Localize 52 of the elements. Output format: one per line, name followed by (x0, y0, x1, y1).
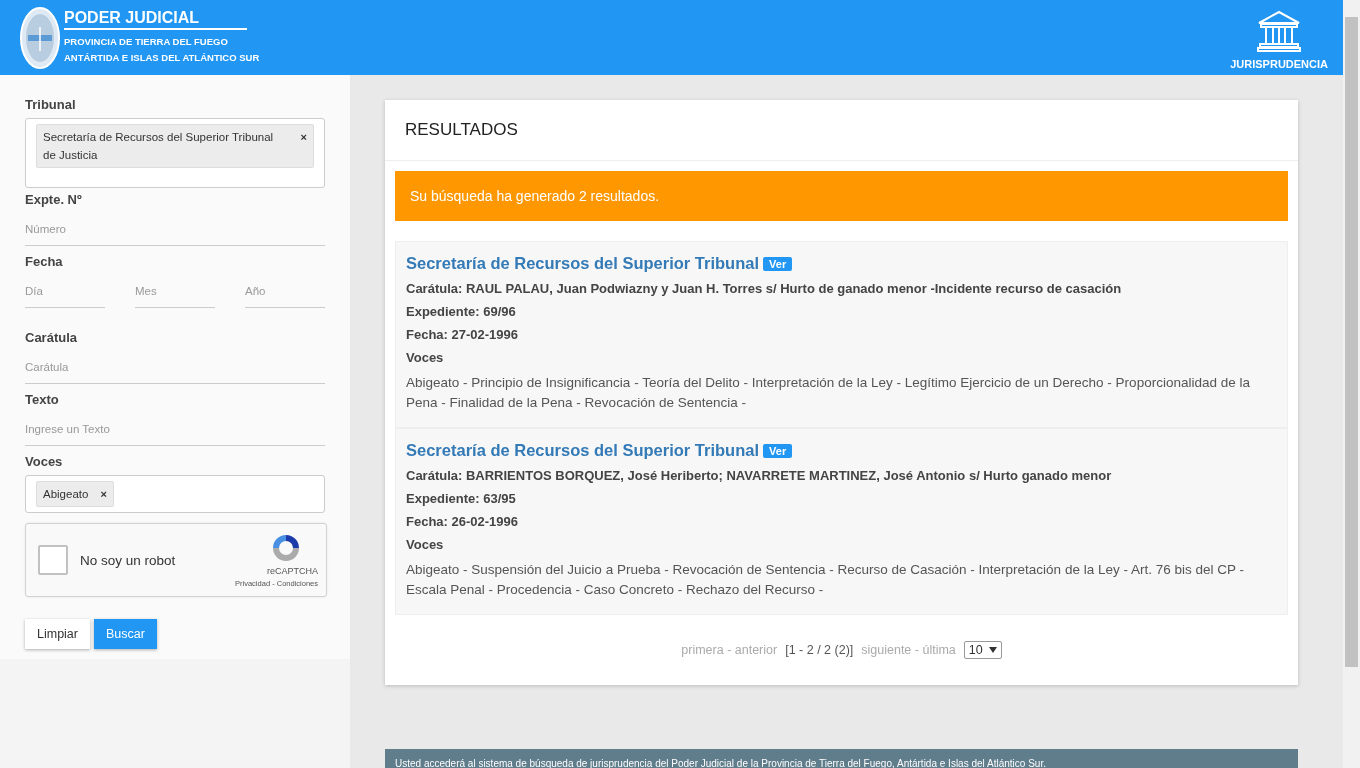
recaptcha-logo-icon (270, 532, 302, 564)
search-button[interactable]: Buscar (94, 619, 157, 649)
pagination-prev-links[interactable]: primera - anterior (681, 643, 778, 657)
date-field[interactable]: Día (25, 275, 105, 308)
results-title: RESULTADOS (385, 100, 1298, 161)
results-alert: Su búsqueda ha generado 2 resultados. (395, 171, 1288, 221)
field-label: Carátula (25, 330, 79, 345)
field-label: Texto (25, 392, 60, 407)
tribunal-select[interactable]: Secretaría de Recursos del Superior Tribunal de Justicia × (25, 118, 325, 188)
field-label: Fecha (25, 254, 64, 269)
result-date: Fecha: 26-02-1996 (406, 514, 519, 529)
captcha-label: No soy un robot (80, 552, 177, 568)
result-title-link[interactable]: Secretaría de Recursos del Superior Tribunal (406, 441, 760, 460)
pagination-range: [1 - 2 / 2 (2)] (785, 643, 854, 657)
jurisprudencia-link[interactable]: JURISPRUDENCIA (1230, 5, 1328, 70)
result-keywords: Abigeato - Principio de Insignificancia - Teoría del Delito - Interpretación de la Ley - Legítimo Ejercicio de un Derecho - Proporcionalidad de la Pena - Finalidad de la Pena - Revocación de Sentencia - (406, 374, 1251, 412)
captcha-checkbox[interactable] (38, 545, 68, 575)
field-label: Expte. Nº (25, 192, 83, 207)
caret-icon (988, 647, 997, 653)
date-field[interactable]: Mes (135, 275, 215, 308)
field-label: Tribunal (25, 97, 77, 112)
scrollbar[interactable] (1343, 0, 1360, 768)
page-size-select[interactable]: 10 (963, 641, 1002, 659)
header-title: PODER JUDICIAL (64, 9, 247, 30)
tag-label: Secretaría de Recursos del Superior Tribunal de Justicia (43, 130, 275, 163)
seal-logo-icon (20, 6, 60, 69)
field-label: Voces (25, 454, 64, 469)
result-date: Fecha: 27-02-1996 (406, 327, 519, 342)
result-title-link[interactable]: Secretaría de Recursos del Superior Tribunal (406, 254, 760, 273)
result-caratula: Carátula: RAUL PALAU, Juan Podwiazny y Juan H. Torres s/ Hurto de ganado menor -Incidente recurso de casación (406, 281, 1123, 296)
pagination-next-links[interactable]: siguiente - última (861, 643, 956, 657)
result-keywords: Abigeato - Suspensión del Juicio a Prueba - Revocación de Sentencia - Recurso de Casación - Interpretación de la Ley - Art. 76 bis del CP - Escala Penal - Procedencia - Caso Concreto - Rechazo del Recurso - (406, 561, 1245, 599)
tag-label: Abigeato (43, 487, 89, 502)
voces-select[interactable]: Abigeato × (25, 475, 325, 513)
result-caratula: Carátula: BARRIENTOS BORQUEZ, José Heriberto; NAVARRETE MARTINEZ, José Antonio s/ Hurto ganado menor (406, 468, 1113, 483)
view-link[interactable]: Ver (763, 443, 793, 458)
result-expediente: Expediente: 63/95 (406, 491, 517, 506)
view-link[interactable]: Ver (763, 256, 793, 271)
captcha-brand: reCAPTCHA (267, 566, 318, 576)
caratula-field[interactable]: Carátula (25, 351, 325, 384)
voces-heading: Voces (406, 350, 445, 365)
header-subtitle: PROVINCIA DE TIERRA DEL FUEGO (64, 35, 229, 49)
voces-heading: Voces (406, 537, 445, 552)
clear-button[interactable]: Limpiar (25, 619, 90, 649)
text-field[interactable]: Ingrese un Texto (25, 413, 325, 446)
courthouse-icon (1256, 9, 1303, 52)
number-field[interactable]: Número (25, 213, 325, 246)
header-subtitle: ANTÁRTIDA E ISLAS DEL ATLÁNTICO SUR (64, 51, 260, 65)
remove-tag-icon[interactable]: × (100, 485, 107, 503)
remove-tag-icon[interactable]: × (300, 128, 307, 146)
date-field[interactable]: Año (245, 275, 325, 308)
result-expediente: Expediente: 69/96 (406, 304, 517, 319)
